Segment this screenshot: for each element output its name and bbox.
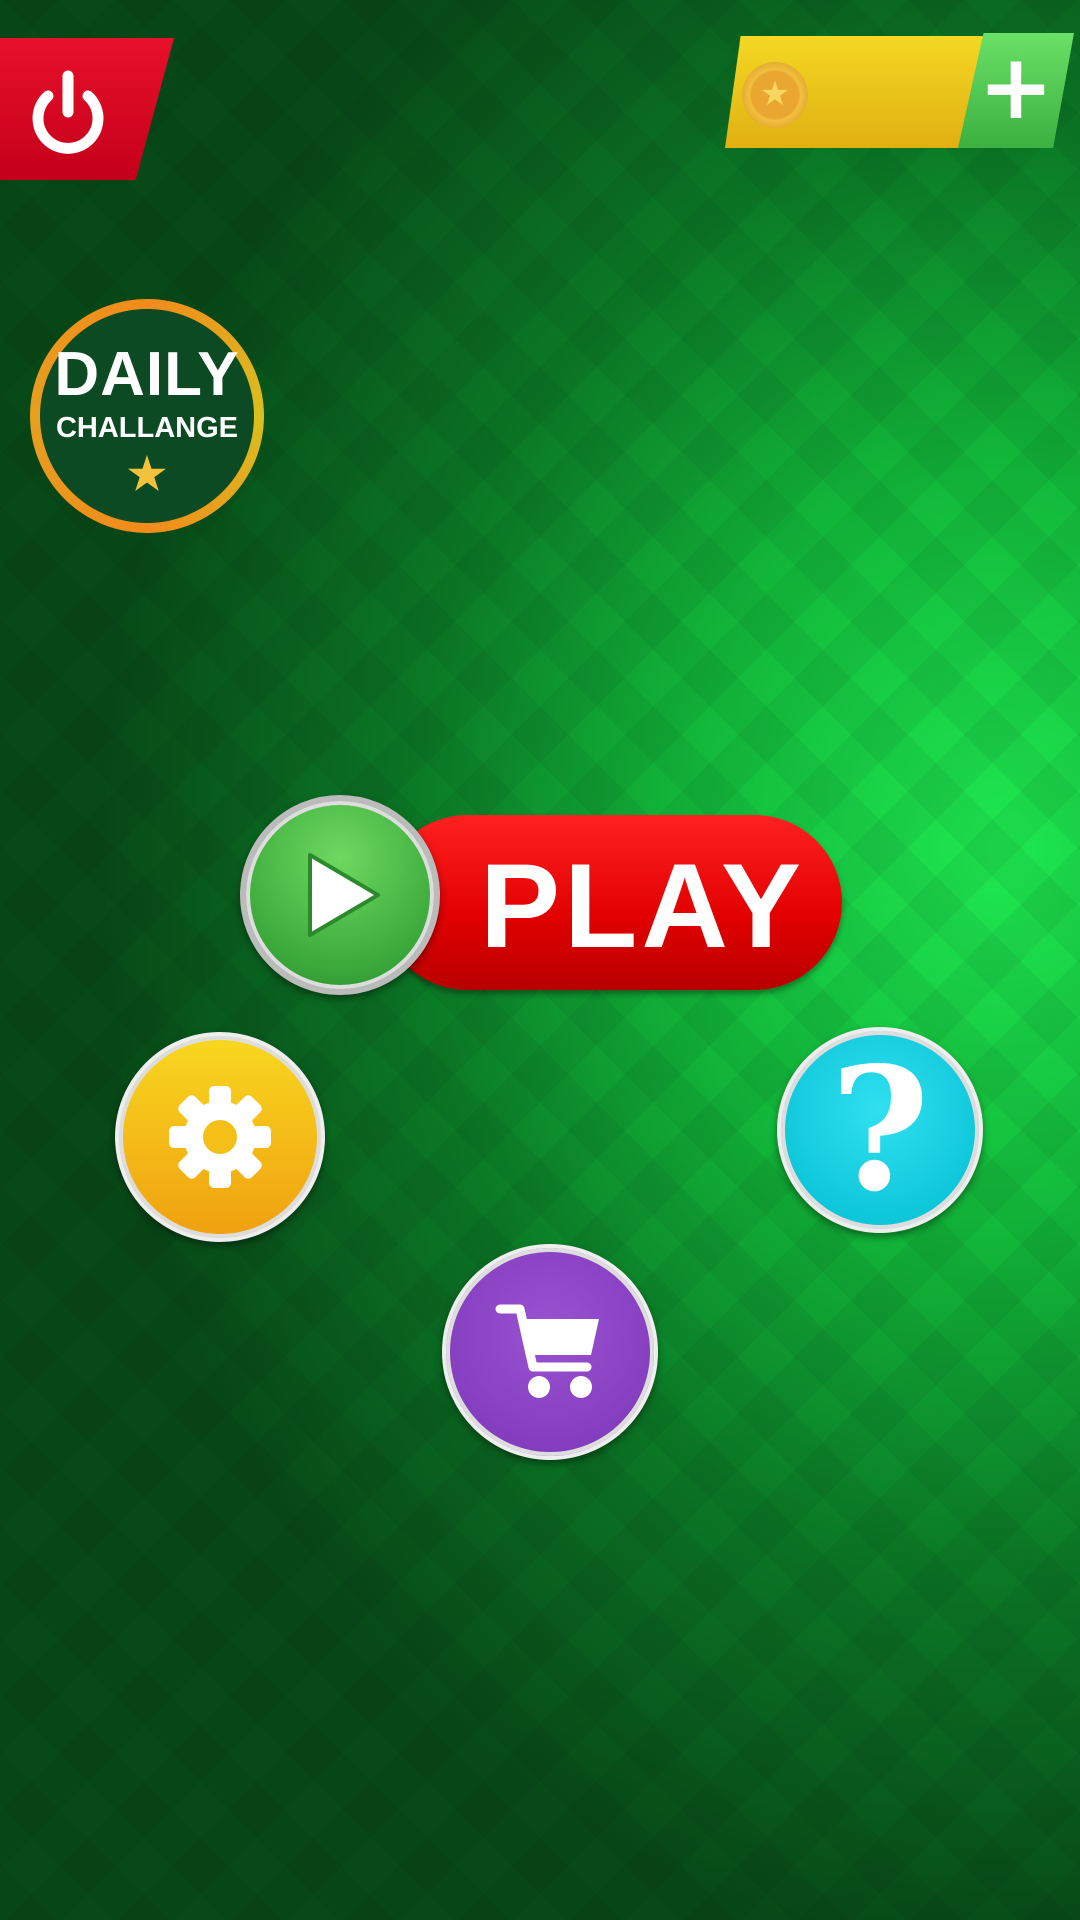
gear-icon (169, 1086, 271, 1188)
coin-icon: ★ (742, 62, 808, 128)
daily-subtitle: CHALLANGE (55, 412, 239, 444)
daily-title: DAILY (54, 340, 240, 409)
laurel-star-icon: ★ (127, 450, 167, 499)
daily-challenge-button[interactable]: DAILY CHALLANGE ★ (30, 299, 264, 533)
settings-button[interactable] (115, 1032, 325, 1242)
cart-icon (495, 1304, 599, 1398)
play-icon-button[interactable] (240, 795, 440, 995)
power-icon (32, 70, 104, 154)
play-icon (308, 853, 380, 937)
help-button[interactable]: ? (777, 1027, 983, 1233)
play-label: PLAY (480, 839, 806, 973)
play-button[interactable]: PLAY (380, 815, 842, 990)
shop-button[interactable] (442, 1244, 658, 1460)
